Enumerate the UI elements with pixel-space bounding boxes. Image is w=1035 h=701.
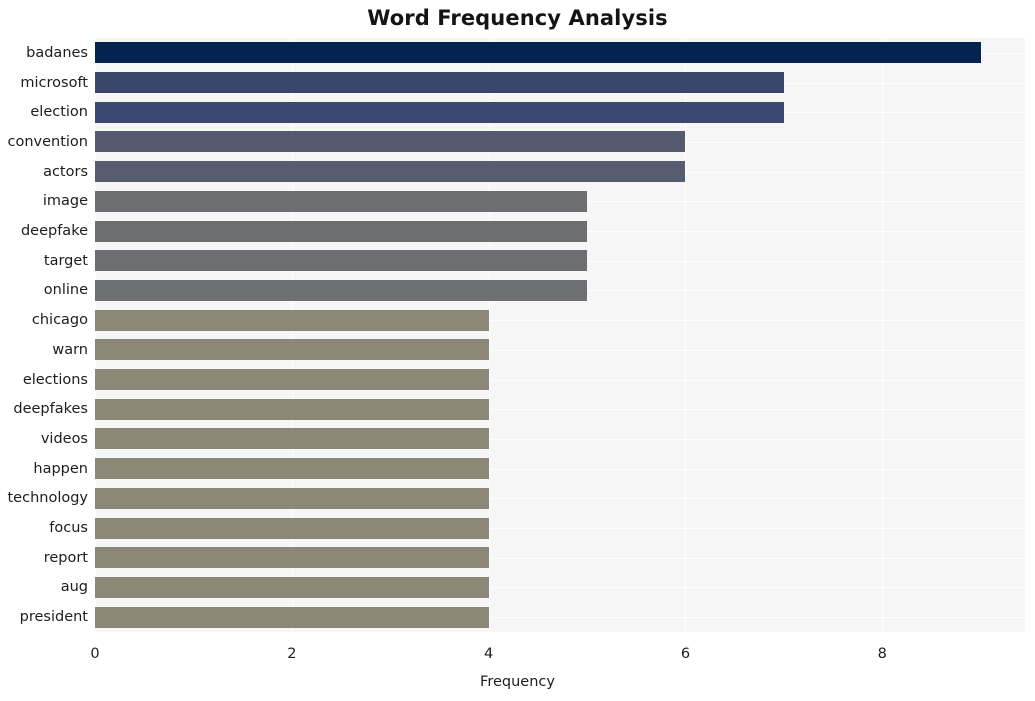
y-tick-label: president xyxy=(19,609,88,626)
bar-fill xyxy=(95,428,489,449)
y-tick-label: badanes xyxy=(26,44,88,61)
bar-fill xyxy=(95,488,489,509)
bar-fill xyxy=(95,280,588,301)
x-tick-label: 2 xyxy=(287,646,297,662)
bar[interactable] xyxy=(95,72,784,93)
bar-fill xyxy=(95,42,981,63)
chart-figure: Word Frequency Analysis badanes microsoft… xyxy=(0,0,1035,701)
x-tick-label: 6 xyxy=(680,646,691,662)
y-tick-label: technology xyxy=(7,490,88,507)
y-tick-label: chicago xyxy=(31,312,88,329)
bar[interactable] xyxy=(95,250,588,271)
bar[interactable] xyxy=(95,607,489,628)
bar[interactable] xyxy=(95,518,489,539)
bar-fill xyxy=(95,458,489,479)
bar-fill xyxy=(95,310,489,331)
y-tick-label: warn xyxy=(52,341,88,358)
bar[interactable] xyxy=(95,399,489,420)
gridline-vertical xyxy=(685,38,687,632)
y-tick-label: focus xyxy=(49,520,88,537)
y-tick-label: videos xyxy=(40,430,88,447)
bar-fill xyxy=(95,72,784,93)
bar[interactable] xyxy=(95,310,489,331)
y-tick-label: image xyxy=(42,193,88,210)
y-tick-label: deepfake xyxy=(20,223,88,240)
bar-fill xyxy=(95,131,686,152)
bar-fill xyxy=(95,102,784,123)
y-tick-label: report xyxy=(43,549,88,566)
y-tick-label: target xyxy=(43,252,88,269)
gridline-vertical xyxy=(882,38,884,632)
x-tick-label: 0 xyxy=(90,646,100,662)
bar[interactable] xyxy=(95,428,489,449)
bar-fill xyxy=(95,191,588,212)
bar-fill xyxy=(95,369,489,390)
bar-fill xyxy=(95,161,686,182)
plot-area xyxy=(95,38,1025,632)
y-axis: badanes microsoft election convention actors… xyxy=(0,38,88,632)
x-tick-label: 4 xyxy=(484,646,494,662)
bar[interactable] xyxy=(95,221,588,242)
y-tick-label: online xyxy=(43,282,88,299)
bar[interactable] xyxy=(95,131,686,152)
y-tick-label: microsoft xyxy=(20,74,88,91)
y-tick-label: actors xyxy=(43,163,88,180)
bar[interactable] xyxy=(95,161,686,182)
bar-fill xyxy=(95,250,588,271)
x-axis: Frequency 0 2 4 6 8 xyxy=(0,632,1035,701)
bar-fill xyxy=(95,607,489,628)
bar[interactable] xyxy=(95,102,784,123)
bar[interactable] xyxy=(95,488,489,509)
bar[interactable] xyxy=(95,339,489,360)
y-tick-label: convention xyxy=(7,133,88,150)
bar-fill xyxy=(95,577,489,598)
y-tick-label: elections xyxy=(22,371,88,388)
gridline-vertical xyxy=(488,38,490,632)
bar-fill xyxy=(95,547,489,568)
y-tick-label: aug xyxy=(60,579,88,596)
bar-fill xyxy=(95,518,489,539)
y-tick-label: election xyxy=(30,104,88,121)
y-tick-label: deepfakes xyxy=(13,401,88,418)
bar-fill xyxy=(95,339,489,360)
x-axis-title: Frequency xyxy=(480,674,555,690)
y-tick-label: happen xyxy=(33,460,88,477)
bar-fill xyxy=(95,399,489,420)
bar[interactable] xyxy=(95,280,588,301)
gridline-vertical xyxy=(291,38,293,632)
bar[interactable] xyxy=(95,577,489,598)
bar-fill xyxy=(95,221,588,242)
bar[interactable] xyxy=(95,458,489,479)
x-tick-label: 8 xyxy=(877,646,887,662)
gridline-vertical xyxy=(95,38,96,632)
bar[interactable] xyxy=(95,191,588,212)
bar[interactable] xyxy=(95,369,489,390)
bar[interactable] xyxy=(95,547,489,568)
chart-title: Word Frequency Analysis xyxy=(367,6,668,30)
bar[interactable] xyxy=(95,42,981,63)
